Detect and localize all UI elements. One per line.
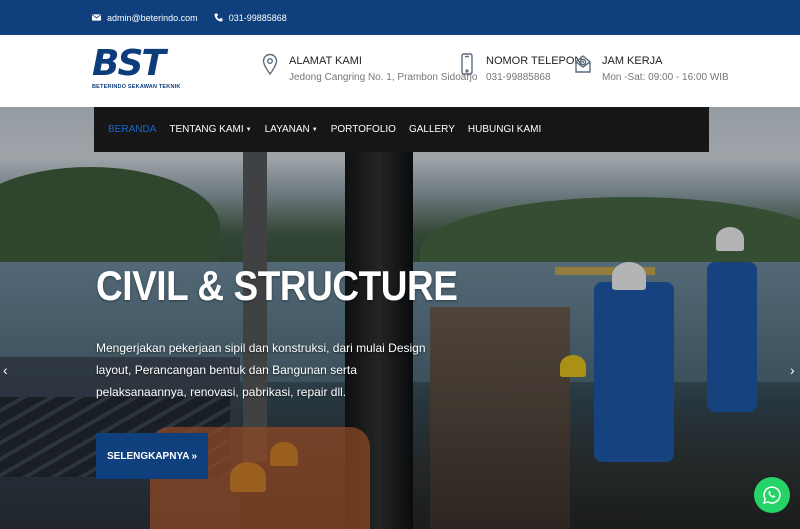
whatsapp-icon: [763, 486, 781, 504]
nav-gallery-label: GALLERY: [408, 124, 455, 135]
phone-icon: [214, 13, 223, 22]
address-title: ALAMAT KAMI: [289, 55, 362, 67]
hours-info: JAM KERJA Mon -Sat: 09:00 - 16:00 WIB: [574, 53, 729, 83]
address-info: ALAMAT KAMI Jedong Cangring No. 1, Pramb…: [261, 53, 477, 83]
phone-info: NOMOR TELEPON 031-99885868: [458, 53, 582, 83]
phone-title: NOMOR TELEPON: [486, 55, 583, 67]
map-pin-icon: [261, 53, 279, 79]
main-nav: BERANDA TENTANG KAMI ▼ LAYANAN ▼ PORTOFOLI…: [94, 107, 709, 152]
nav-hubungi-kami[interactable]: HUBUNGI KAMI: [468, 124, 541, 135]
mobile-phone-icon: [458, 53, 476, 79]
topbar-phone-text: 031-99885868: [228, 12, 287, 23]
logo-mark: BST: [92, 43, 166, 84]
whatsapp-button[interactable]: [754, 477, 790, 513]
hours-text: Mon -Sat: 09:00 - 16:00 WIB: [602, 72, 729, 83]
address-text: Jedong Cangring No. 1, Prambon Sidoarjo: [289, 72, 478, 83]
logo-subtitle: BETERINDO SEKAWAN TEKNIK: [92, 84, 181, 90]
hero-description: Mengerjakan pekerjaan sipil dan konstruk…: [96, 341, 426, 399]
phone-text: 031-99885868: [486, 72, 551, 83]
double-chevron-right-icon: »: [191, 450, 197, 462]
nav-hubungi-kami-label: HUBUNGI KAMI: [467, 124, 542, 135]
nav-gallery[interactable]: GALLERY: [409, 124, 455, 135]
nav-tentang-kami-label: TENTANG KAMI: [169, 124, 244, 135]
hours-title: JAM KERJA: [602, 55, 663, 67]
nav-portofolio-label: PORTOFOLIO: [330, 124, 396, 135]
nav-layanan-label: LAYANAN: [264, 124, 310, 135]
topbar-email[interactable]: admin@beterindo.com: [92, 13, 198, 23]
envelope-icon: [92, 14, 101, 21]
chevron-down-icon: ▼: [311, 126, 318, 133]
read-more-button[interactable]: SELENGKAPNYA »: [96, 433, 208, 479]
chevron-down-icon: ▼: [245, 126, 252, 133]
site-header: BST BETERINDO SEKAWAN TEKNIK ALAMAT KAMI…: [0, 35, 800, 107]
mail-clock-icon: [574, 53, 592, 79]
brand-logo[interactable]: BST BETERINDO SEKAWAN TEKNIK: [92, 46, 184, 94]
nav-beranda-label: BERANDA: [108, 124, 157, 135]
nav-beranda[interactable]: BERANDA: [108, 124, 156, 135]
topbar-phone[interactable]: 031-99885868: [214, 13, 287, 23]
hero-title: CIVIL & STRUCTURE: [96, 262, 458, 309]
nav-portofolio[interactable]: PORTOFOLIO: [331, 124, 396, 135]
nav-tentang-kami[interactable]: TENTANG KAMI ▼: [169, 124, 251, 135]
read-more-label: SELENGKAPNYA: [107, 450, 190, 462]
slider-next-button[interactable]: ›: [790, 362, 795, 378]
topbar-email-text: admin@beterindo.com: [107, 12, 198, 23]
slider-prev-button[interactable]: ‹: [3, 362, 8, 378]
top-contact-bar: admin@beterindo.com 031-99885868: [0, 0, 800, 35]
nav-layanan[interactable]: LAYANAN ▼: [265, 124, 318, 135]
